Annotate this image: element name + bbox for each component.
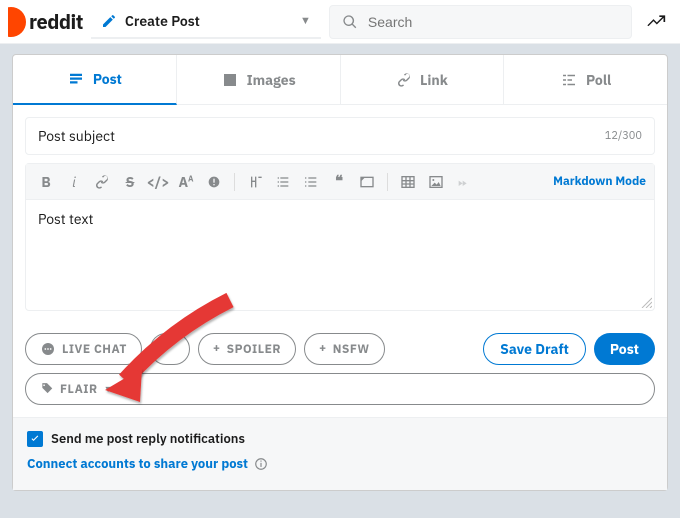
spoiler-pill[interactable]: + SPOILER — [198, 333, 296, 365]
chevron-down-icon: ▼ — [300, 14, 311, 28]
nsfw-label: NSFW — [333, 342, 370, 357]
tab-link-label: Link — [420, 71, 448, 89]
poll-icon — [560, 71, 578, 89]
markdown-mode-toggle[interactable]: Markdown Mode — [553, 174, 646, 189]
hidden-pill[interactable]: .. — [150, 333, 190, 365]
tab-post[interactable]: Post — [13, 55, 177, 105]
spoiler-text-button[interactable] — [202, 170, 226, 194]
editor-toolbar: B i S </> AA — [26, 164, 654, 200]
image-icon — [221, 71, 239, 89]
strike-button[interactable]: S — [118, 170, 142, 194]
reddit-wordmark: reddit — [29, 8, 83, 35]
tab-images[interactable]: Images — [177, 55, 341, 105]
nsfw-pill[interactable]: + NSFW — [304, 333, 385, 365]
search-input-wrapper[interactable] — [329, 5, 632, 39]
submit-actions: Save Draft Post — [483, 333, 655, 365]
save-draft-label: Save Draft — [500, 340, 569, 358]
reddit-logo[interactable]: reddit — [8, 7, 83, 37]
live-chat-label: LIVE CHAT — [62, 342, 127, 357]
notify-label: Send me post reply notifications — [51, 430, 245, 447]
tab-link[interactable]: Link — [341, 55, 505, 105]
tab-post-label: Post — [93, 70, 122, 88]
caret-down-icon: ▼ — [104, 384, 113, 395]
subject-field[interactable]: Post subject 12/300 — [25, 117, 655, 155]
search-icon — [342, 14, 358, 30]
bold-button[interactable]: B — [34, 170, 58, 194]
resize-handle-icon[interactable] — [640, 296, 652, 308]
post-icon — [67, 70, 85, 88]
table-button[interactable] — [396, 170, 420, 194]
flair-row: FLAIR ▼ — [13, 369, 667, 417]
composer-footer: Send me post reply notifications Connect… — [13, 417, 667, 490]
editor-value: Post text — [38, 210, 93, 228]
heading-button[interactable] — [243, 170, 267, 194]
trending-icon — [646, 12, 666, 32]
connect-accounts-link[interactable]: Connect accounts to share your post — [27, 455, 653, 472]
video-button[interactable] — [452, 170, 476, 194]
tag-icon — [40, 382, 54, 396]
pencil-icon — [101, 13, 117, 29]
trending-button[interactable] — [640, 6, 672, 38]
notify-row[interactable]: Send me post reply notifications — [27, 430, 653, 447]
number-list-button[interactable] — [299, 170, 323, 194]
superscript-button[interactable]: AA — [174, 170, 198, 194]
flair-pill[interactable]: FLAIR ▼ — [25, 373, 655, 405]
editor-textarea[interactable]: Post text — [26, 200, 654, 310]
rich-editor: B i S </> AA — [25, 163, 655, 311]
post-button-label: Post — [610, 340, 639, 358]
tags-row: LIVE CHAT .. + SPOILER + NSFW Save Draft… — [13, 323, 667, 369]
tab-poll[interactable]: Poll — [504, 55, 667, 105]
subject-value: Post subject — [38, 127, 115, 145]
tab-images-label: Images — [247, 71, 296, 89]
connect-label: Connect accounts to share your post — [27, 455, 248, 472]
live-chat-pill[interactable]: LIVE CHAT — [25, 333, 142, 365]
post-type-tabs: Post Images Link Poll — [13, 55, 667, 105]
notify-checkbox[interactable] — [27, 431, 43, 447]
bullet-list-button[interactable] — [271, 170, 295, 194]
search-input[interactable] — [366, 13, 619, 31]
image-button[interactable] — [424, 170, 448, 194]
community-picker-label: Create Post — [125, 12, 200, 30]
link-icon — [396, 72, 412, 88]
community-picker[interactable]: Create Post ▼ — [91, 5, 321, 39]
spoiler-label: SPOILER — [227, 342, 281, 357]
reddit-logo-icon — [8, 7, 26, 37]
chat-icon — [40, 341, 56, 357]
flair-label: FLAIR — [60, 382, 98, 397]
save-draft-button[interactable]: Save Draft — [483, 333, 586, 365]
compose-card: Post Images Link Poll — [12, 54, 668, 491]
quote-button[interactable]: ❝ — [327, 170, 351, 194]
page-canvas: Post Images Link Poll — [0, 44, 680, 491]
codeblock-button[interactable] — [355, 170, 379, 194]
subject-counter: 12/300 — [605, 129, 642, 143]
composer-body: Post subject 12/300 B i S </> AA — [13, 105, 667, 323]
post-button[interactable]: Post — [594, 333, 655, 365]
italic-button[interactable]: i — [62, 170, 86, 194]
top-bar: reddit Create Post ▼ — [0, 0, 680, 44]
code-button[interactable]: </> — [146, 170, 170, 194]
tab-poll-label: Poll — [586, 71, 611, 89]
link-button[interactable] — [90, 170, 114, 194]
info-icon — [254, 457, 268, 471]
